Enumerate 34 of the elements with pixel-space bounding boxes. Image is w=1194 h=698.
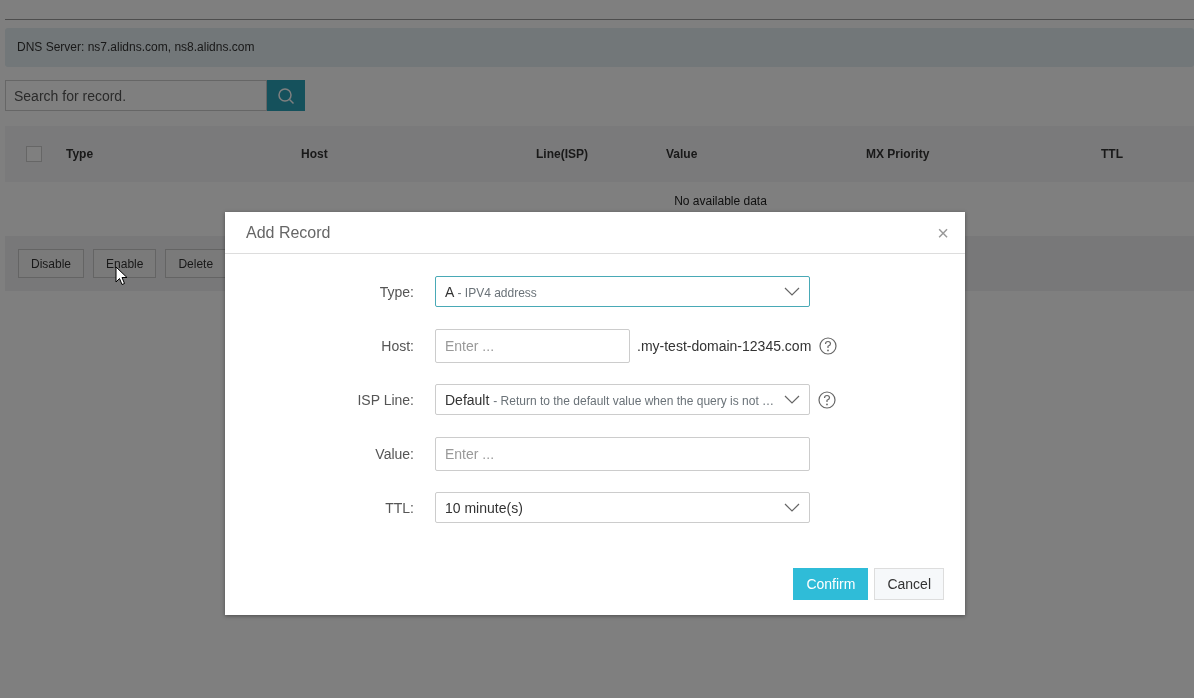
field-label: TTL:: [384, 499, 414, 516]
column-header: Type: [66, 147, 94, 161]
dns-server-notice: DNS Server: ns7.alidns.com, ns8.alidns.com: [5, 28, 1194, 67]
chevron-down-icon: [784, 503, 800, 512]
action-button[interactable]: Enable: [93, 249, 157, 278]
cursor-icon: [115, 266, 128, 286]
confirm-button[interactable]: Confirm: [793, 568, 869, 600]
action-button[interactable]: Disable: [18, 249, 85, 278]
domain-suffix: .my-test-domain-12345.com: [637, 337, 812, 354]
column-header: Value: [666, 147, 698, 161]
close-button[interactable]: ×: [935, 222, 951, 243]
column-header: Host: [301, 147, 328, 161]
cancel-button[interactable]: Cancel: [874, 568, 944, 600]
field-label: Value:: [374, 445, 414, 462]
dropdown[interactable]: Default - Return to the default value when the query is not …: [435, 384, 810, 415]
action-button[interactable]: Delete: [165, 249, 227, 278]
select-all-checkbox[interactable]: [26, 146, 42, 162]
dropdown[interactable]: 10 minute(s): [435, 492, 810, 523]
dialog-title: Add Record: [246, 223, 331, 242]
field-label: ISP Line:: [356, 391, 414, 408]
field-label: Host:: [380, 337, 414, 354]
chevron-down-icon: [784, 395, 800, 404]
column-header: Line(ISP): [536, 147, 588, 161]
search-icon: [277, 86, 295, 105]
search-field[interactable]: Search for record.: [5, 80, 267, 111]
column-header: MX Priority: [866, 147, 930, 161]
input-field[interactable]: Enter ...: [435, 436, 810, 471]
search-button[interactable]: [267, 80, 305, 111]
column-header: TTL: [1101, 147, 1123, 161]
dropdown[interactable]: A - IPV4 address: [435, 276, 810, 307]
input-field[interactable]: Enter ...: [435, 328, 630, 363]
field-label: Type:: [378, 283, 414, 300]
empty-message: No available data: [674, 194, 767, 210]
chevron-down-icon: [784, 287, 800, 296]
